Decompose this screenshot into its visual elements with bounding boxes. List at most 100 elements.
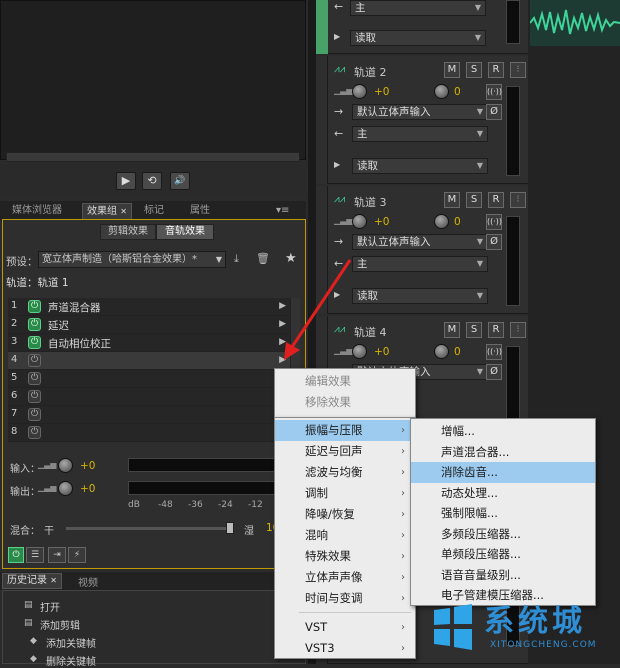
history-item[interactable]: 添加剪辑 bbox=[40, 617, 80, 632]
volume-button[interactable]: 🔊 bbox=[170, 172, 190, 190]
pan-knob[interactable] bbox=[434, 214, 449, 229]
input-gain-value[interactable]: +0 bbox=[80, 460, 95, 472]
power-icon[interactable]: ⏻ bbox=[28, 354, 41, 367]
mix-slider-thumb[interactable] bbox=[226, 522, 234, 534]
effect-slot-row[interactable]: 6⏻▶ bbox=[8, 388, 296, 406]
subtab-track-effects[interactable]: 音轨效果 bbox=[156, 224, 214, 240]
category-menu-item[interactable]: 特殊效果 › bbox=[275, 546, 415, 567]
tab-history[interactable]: 历史记录 ✕ bbox=[2, 573, 62, 589]
track-input-field[interactable]: 默认立体声输入 ▼ bbox=[352, 104, 488, 120]
tab-effects-rack[interactable]: 效果组 ✕ bbox=[82, 203, 132, 219]
history-item[interactable]: 删除关键帧 bbox=[46, 653, 96, 668]
effect-slot-row[interactable]: 5⏻▶ bbox=[8, 370, 296, 388]
category-menu-item[interactable]: 调制 › bbox=[275, 483, 415, 504]
input-monitor-button[interactable]: ⁝ bbox=[510, 192, 526, 208]
volume-knob[interactable] bbox=[352, 214, 367, 229]
track-output-field[interactable]: 主 ▼ bbox=[352, 256, 488, 272]
mix-slider[interactable] bbox=[66, 527, 234, 530]
input-monitor-button[interactable]: ⁝ bbox=[510, 322, 526, 338]
track-name[interactable]: 轨道 3 bbox=[354, 194, 387, 210]
power-icon[interactable]: ⏻ bbox=[28, 408, 41, 421]
stereo-icon[interactable]: ((·)) bbox=[486, 344, 502, 360]
category-menu-item[interactable]: 延迟与回声 › bbox=[275, 441, 415, 462]
menu-edit-effect[interactable]: 编辑效果 bbox=[275, 371, 415, 392]
pan-value[interactable]: 0 bbox=[454, 216, 461, 228]
pan-knob[interactable] bbox=[434, 344, 449, 359]
play-button[interactable]: ▶ bbox=[116, 172, 136, 190]
apply-icon[interactable]: ⚡ bbox=[68, 547, 86, 563]
solo-button[interactable]: S bbox=[466, 322, 482, 338]
tab-properties[interactable]: 属性 bbox=[186, 203, 214, 219]
expand-icon[interactable]: ▶ bbox=[334, 32, 340, 41]
save-preset-icon[interactable]: ⤓ bbox=[234, 252, 239, 266]
delete-preset-icon[interactable]: 🗑 bbox=[256, 252, 270, 265]
pan-value[interactable]: 0 bbox=[454, 346, 461, 358]
effect-slot-row[interactable]: 3 ⏻ 自动相位校正 ▶ bbox=[8, 334, 296, 352]
input-gain-knob[interactable] bbox=[58, 458, 73, 473]
power-icon[interactable]: ⏻ bbox=[28, 426, 41, 439]
effect-slot-row[interactable]: 2 ⏻ 延迟 ▶ bbox=[8, 316, 296, 334]
volume-knob[interactable] bbox=[352, 84, 367, 99]
loop-button[interactable]: ⟲ bbox=[142, 172, 162, 190]
power-icon[interactable]: ⏻ bbox=[28, 372, 41, 385]
amplitude-menu-item[interactable]: 语音音量级别... bbox=[411, 565, 595, 586]
history-item[interactable]: 打开 bbox=[40, 599, 60, 614]
subtab-clip-effects[interactable]: 剪辑效果 bbox=[100, 224, 156, 240]
effect-slot-row[interactable]: 7⏻▶ bbox=[8, 406, 296, 424]
power-icon[interactable]: ⏻ bbox=[28, 390, 41, 403]
menu-remove-effect[interactable]: 移除效果 bbox=[275, 392, 415, 413]
volume-value[interactable]: +0 bbox=[374, 346, 389, 358]
record-button[interactable]: R bbox=[488, 62, 504, 78]
close-icon[interactable]: ✕ bbox=[50, 576, 57, 585]
record-button[interactable]: R bbox=[488, 192, 504, 208]
power-icon[interactable]: ⏻ bbox=[28, 300, 41, 313]
amplitude-menu-item[interactable]: 动态处理... bbox=[411, 483, 595, 504]
preview-scrollbar[interactable] bbox=[6, 152, 300, 162]
category-menu-item[interactable]: 时间与变调 › bbox=[275, 588, 415, 609]
power-icon[interactable]: ⏻ bbox=[28, 336, 41, 349]
pan-knob[interactable] bbox=[434, 84, 449, 99]
track-mode-field[interactable]: 读取 ▼ bbox=[352, 158, 488, 174]
category-menu-item[interactable]: 振幅与压限 › bbox=[275, 420, 415, 441]
phase-invert-button[interactable]: Ø bbox=[486, 104, 502, 120]
category-menu-item[interactable]: 立体声声像 › bbox=[275, 567, 415, 588]
rack-power-button[interactable]: ⏻ bbox=[8, 547, 24, 563]
close-icon[interactable]: ✕ bbox=[120, 207, 127, 216]
output-gain-knob[interactable] bbox=[58, 481, 73, 496]
list-view-icon[interactable]: ☰ bbox=[26, 547, 44, 563]
input-monitor-button[interactable]: ⁝ bbox=[510, 62, 526, 78]
category-menu-item[interactable]: 降噪/恢复 › bbox=[275, 504, 415, 525]
effect-slot-row[interactable]: 4 ⏻ ▶ bbox=[8, 352, 296, 370]
tab-media-browser[interactable]: 媒体浏览器 bbox=[8, 203, 66, 219]
stereo-icon[interactable]: ((·)) bbox=[486, 84, 502, 100]
record-button[interactable]: R bbox=[488, 322, 504, 338]
history-item[interactable]: 添加关键帧 bbox=[46, 635, 96, 650]
mute-button[interactable]: M bbox=[444, 62, 460, 78]
category-menu-item[interactable]: VST3 › bbox=[275, 638, 415, 659]
effect-slot-row[interactable]: 1 ⏻ 声道混合器 ▶ bbox=[8, 298, 296, 316]
pan-value[interactable]: 0 bbox=[454, 86, 461, 98]
routing-icon[interactable]: ⇥ bbox=[48, 547, 66, 563]
amplitude-menu-item[interactable]: 声道混合器... bbox=[411, 442, 595, 463]
amplitude-menu-item[interactable]: 强制限幅... bbox=[411, 503, 595, 524]
mute-button[interactable]: M bbox=[444, 322, 460, 338]
output-gain-value[interactable]: +0 bbox=[80, 483, 95, 495]
volume-value[interactable]: +0 bbox=[374, 86, 389, 98]
track-1-output-field[interactable]: 主 ▼ bbox=[350, 0, 486, 16]
preset-dropdown[interactable]: 宽立体声制造（哈斯铝合金效果）* ▼ bbox=[38, 251, 226, 268]
phase-invert-button[interactable]: Ø bbox=[486, 364, 502, 380]
effect-slot-row[interactable]: 8⏻▶ bbox=[8, 424, 296, 442]
panel-menu-icon[interactable]: ▾≡ bbox=[272, 203, 293, 219]
solo-button[interactable]: S bbox=[466, 192, 482, 208]
amplitude-menu-item[interactable]: 增幅... bbox=[411, 421, 595, 442]
track-name[interactable]: 轨道 2 bbox=[354, 64, 387, 80]
category-menu-item[interactable]: 滤波与均衡 › bbox=[275, 462, 415, 483]
power-icon[interactable]: ⏻ bbox=[28, 318, 41, 331]
category-menu-item[interactable]: VST › bbox=[275, 617, 415, 638]
solo-button[interactable]: S bbox=[466, 62, 482, 78]
category-menu-item[interactable]: 混响 › bbox=[275, 525, 415, 546]
mute-button[interactable]: M bbox=[444, 192, 460, 208]
tab-markers[interactable]: 标记 bbox=[140, 203, 168, 219]
amplitude-menu-item[interactable]: 多频段压缩器... bbox=[411, 524, 595, 545]
expand-icon[interactable]: ▶ bbox=[334, 160, 340, 169]
